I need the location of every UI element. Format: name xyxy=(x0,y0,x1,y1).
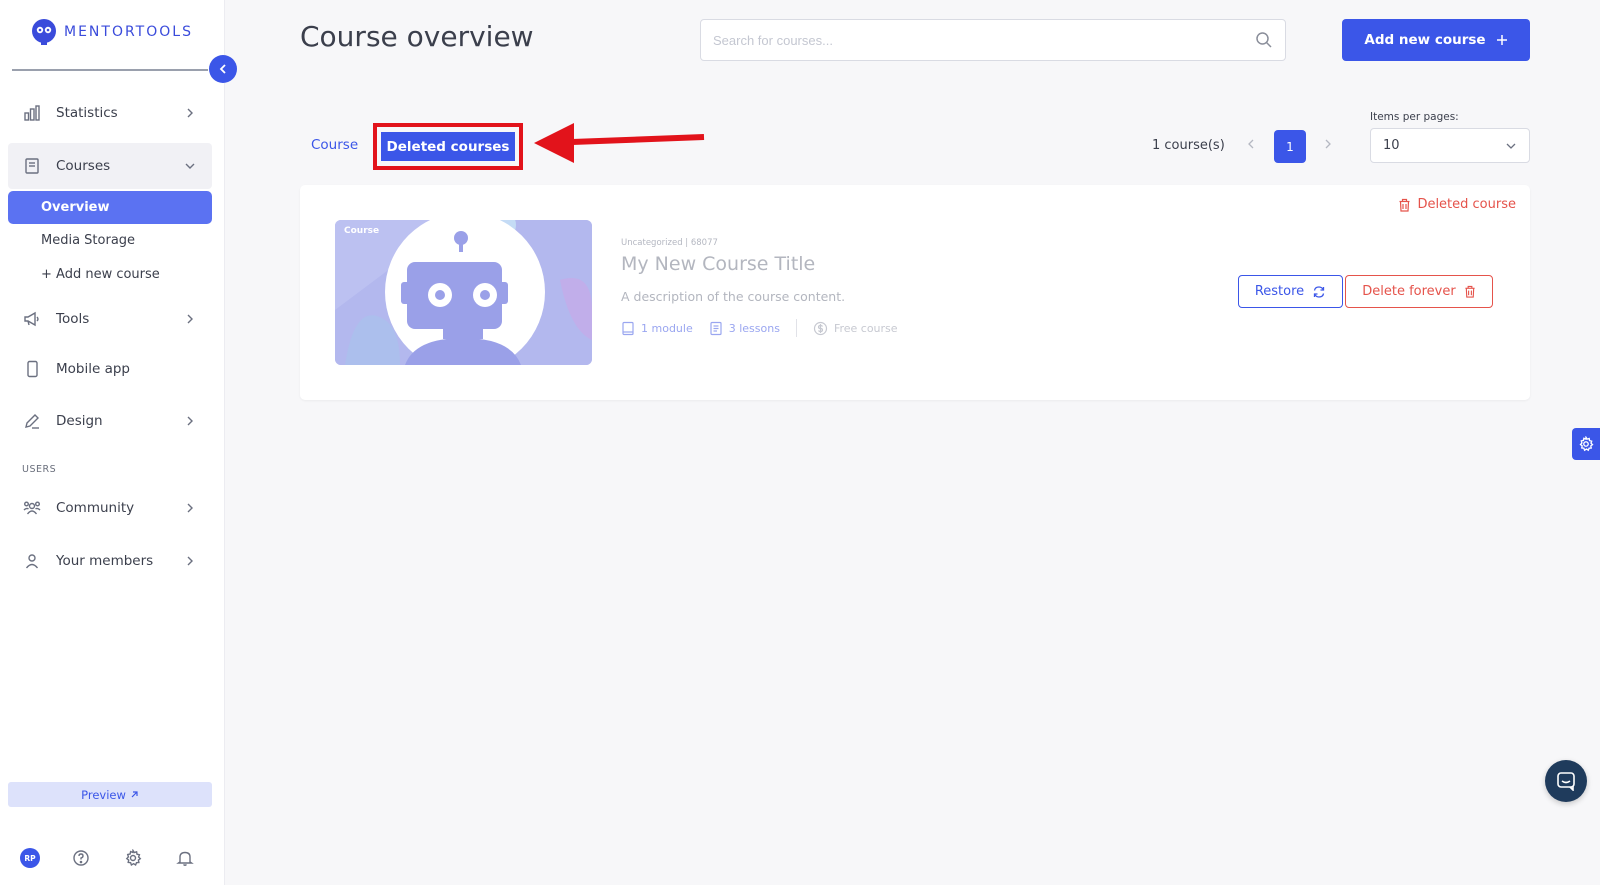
course-meta: Uncategorized | 68077 xyxy=(621,238,718,248)
avatar: RP xyxy=(20,848,40,868)
logo[interactable]: MENTORTOOLS xyxy=(30,18,193,46)
module-count-label: 1 module xyxy=(641,321,693,335)
phone-icon xyxy=(22,359,42,379)
sidebar-item-label: Community xyxy=(56,500,135,516)
search-input[interactable] xyxy=(713,32,1255,48)
lesson-count: 3 lessons xyxy=(709,321,780,336)
sidebar-item-label: Your members xyxy=(56,553,154,569)
floating-settings-button[interactable] xyxy=(1572,428,1600,460)
gear-icon xyxy=(125,849,142,867)
sidebar-subitem-overview[interactable]: Overview xyxy=(8,191,212,224)
items-per-page-select[interactable]: 10 xyxy=(1370,128,1530,163)
dollar-icon xyxy=(813,321,828,335)
chat-icon xyxy=(1557,772,1575,791)
chevron-right-icon xyxy=(187,556,193,566)
chevron-right-icon[interactable] xyxy=(1322,137,1334,151)
book-icon xyxy=(22,156,42,176)
preview-button[interactable]: Preview xyxy=(8,782,212,807)
chevron-down-icon xyxy=(1506,143,1516,149)
delete-forever-label: Delete forever xyxy=(1362,284,1456,299)
chevron-down-icon xyxy=(185,163,195,169)
restore-button[interactable]: Restore xyxy=(1238,275,1343,308)
add-new-course-label: Add new course xyxy=(1364,32,1486,48)
sidebar-item-label: Mobile app xyxy=(56,361,130,377)
settings-button[interactable] xyxy=(124,848,176,868)
restore-label: Restore xyxy=(1254,284,1305,299)
sidebar-footer: RP xyxy=(20,848,228,868)
sidebar-item-design[interactable]: Design xyxy=(8,398,212,444)
pencil-icon xyxy=(22,411,42,431)
chevron-right-icon xyxy=(187,108,193,118)
sidebar-item-label: Statistics xyxy=(56,105,118,121)
trash-icon xyxy=(1399,198,1410,212)
book-icon xyxy=(622,321,634,335)
course-title: My New Course Title xyxy=(621,253,816,275)
sidebar-item-label: Tools xyxy=(56,311,90,327)
sidebar: MENTORTOOLS Statistics Courses Overview … xyxy=(0,0,225,885)
chevron-right-icon xyxy=(187,314,193,324)
preview-label: Preview xyxy=(81,787,126,802)
stats-divider xyxy=(795,319,797,337)
course-stats: 1 module 3 lessons Free course xyxy=(621,319,914,337)
add-new-course-button[interactable]: Add new course xyxy=(1342,19,1530,61)
plus-icon xyxy=(1496,35,1507,45)
sidebar-item-community[interactable]: Community xyxy=(8,485,212,531)
delete-forever-button[interactable]: Delete forever xyxy=(1345,275,1493,308)
sidebar-item-label: Courses xyxy=(56,158,111,174)
sidebar-collapse-button[interactable] xyxy=(209,55,237,83)
robot-logo-icon xyxy=(32,19,56,45)
megaphone-icon xyxy=(22,309,42,329)
sidebar-item-your-members[interactable]: Your members xyxy=(8,538,212,584)
search-box xyxy=(700,19,1286,61)
chevron-right-icon xyxy=(187,503,193,513)
course-price-label: Free course xyxy=(833,321,898,335)
course-description: A description of the course content. xyxy=(621,289,846,304)
user-icon xyxy=(22,551,42,571)
red-arrow-annotation xyxy=(534,123,705,163)
page-number-button[interactable]: 1 xyxy=(1274,130,1306,163)
tab-deleted-courses[interactable]: Deleted courses xyxy=(381,132,515,161)
bar-chart-icon xyxy=(22,103,42,123)
deleted-course-flag: Deleted course xyxy=(1398,197,1516,212)
sidebar-item-statistics[interactable]: Statistics xyxy=(8,90,212,136)
avatar-button[interactable]: RP xyxy=(20,848,72,868)
search-icon[interactable] xyxy=(1255,31,1273,49)
lesson-count-label: 3 lessons xyxy=(728,321,780,335)
chat-launcher-button[interactable] xyxy=(1545,760,1587,802)
items-per-page-value: 10 xyxy=(1383,138,1400,153)
section-label-users: USERS xyxy=(22,464,57,475)
course-card: Course Deleted course Uncategorized | 68… xyxy=(300,185,1530,400)
sidebar-item-label: Design xyxy=(56,413,103,429)
trash-icon xyxy=(1465,285,1475,298)
course-count: 1 course(s) xyxy=(1152,138,1225,153)
deleted-course-label: Deleted course xyxy=(1417,197,1516,212)
sidebar-divider xyxy=(12,69,208,71)
chevron-right-icon xyxy=(187,416,193,426)
sidebar-subitem-add-new-course[interactable]: + Add new course xyxy=(8,258,212,291)
help-icon xyxy=(73,850,89,866)
sidebar-item-tools[interactable]: Tools xyxy=(8,296,212,342)
course-price: Free course xyxy=(813,321,898,336)
help-button[interactable] xyxy=(72,848,124,868)
chevron-left-icon[interactable] xyxy=(1245,137,1257,151)
refresh-icon xyxy=(1314,285,1325,298)
community-icon xyxy=(22,498,42,518)
course-thumbnail[interactable]: Course xyxy=(335,220,592,365)
document-icon xyxy=(710,321,722,335)
bell-icon xyxy=(176,851,194,866)
robot-thumbnail-image xyxy=(335,220,592,365)
external-link-icon xyxy=(131,791,138,798)
chevron-left-icon xyxy=(219,64,226,74)
gear-icon xyxy=(1579,436,1594,452)
tab-course[interactable]: Course xyxy=(311,137,358,153)
notifications-button[interactable] xyxy=(176,848,228,868)
items-per-page-label: Items per pages: xyxy=(1370,111,1459,123)
page-title: Course overview xyxy=(300,20,534,53)
logo-text: MENTORTOOLS xyxy=(64,24,193,40)
sidebar-item-mobile-app[interactable]: Mobile app xyxy=(8,346,212,392)
thumbnail-label: Course xyxy=(344,226,380,236)
sidebar-item-courses[interactable]: Courses xyxy=(8,143,212,189)
sidebar-subitem-media-storage[interactable]: Media Storage xyxy=(8,224,212,257)
module-count: 1 module xyxy=(621,321,693,336)
